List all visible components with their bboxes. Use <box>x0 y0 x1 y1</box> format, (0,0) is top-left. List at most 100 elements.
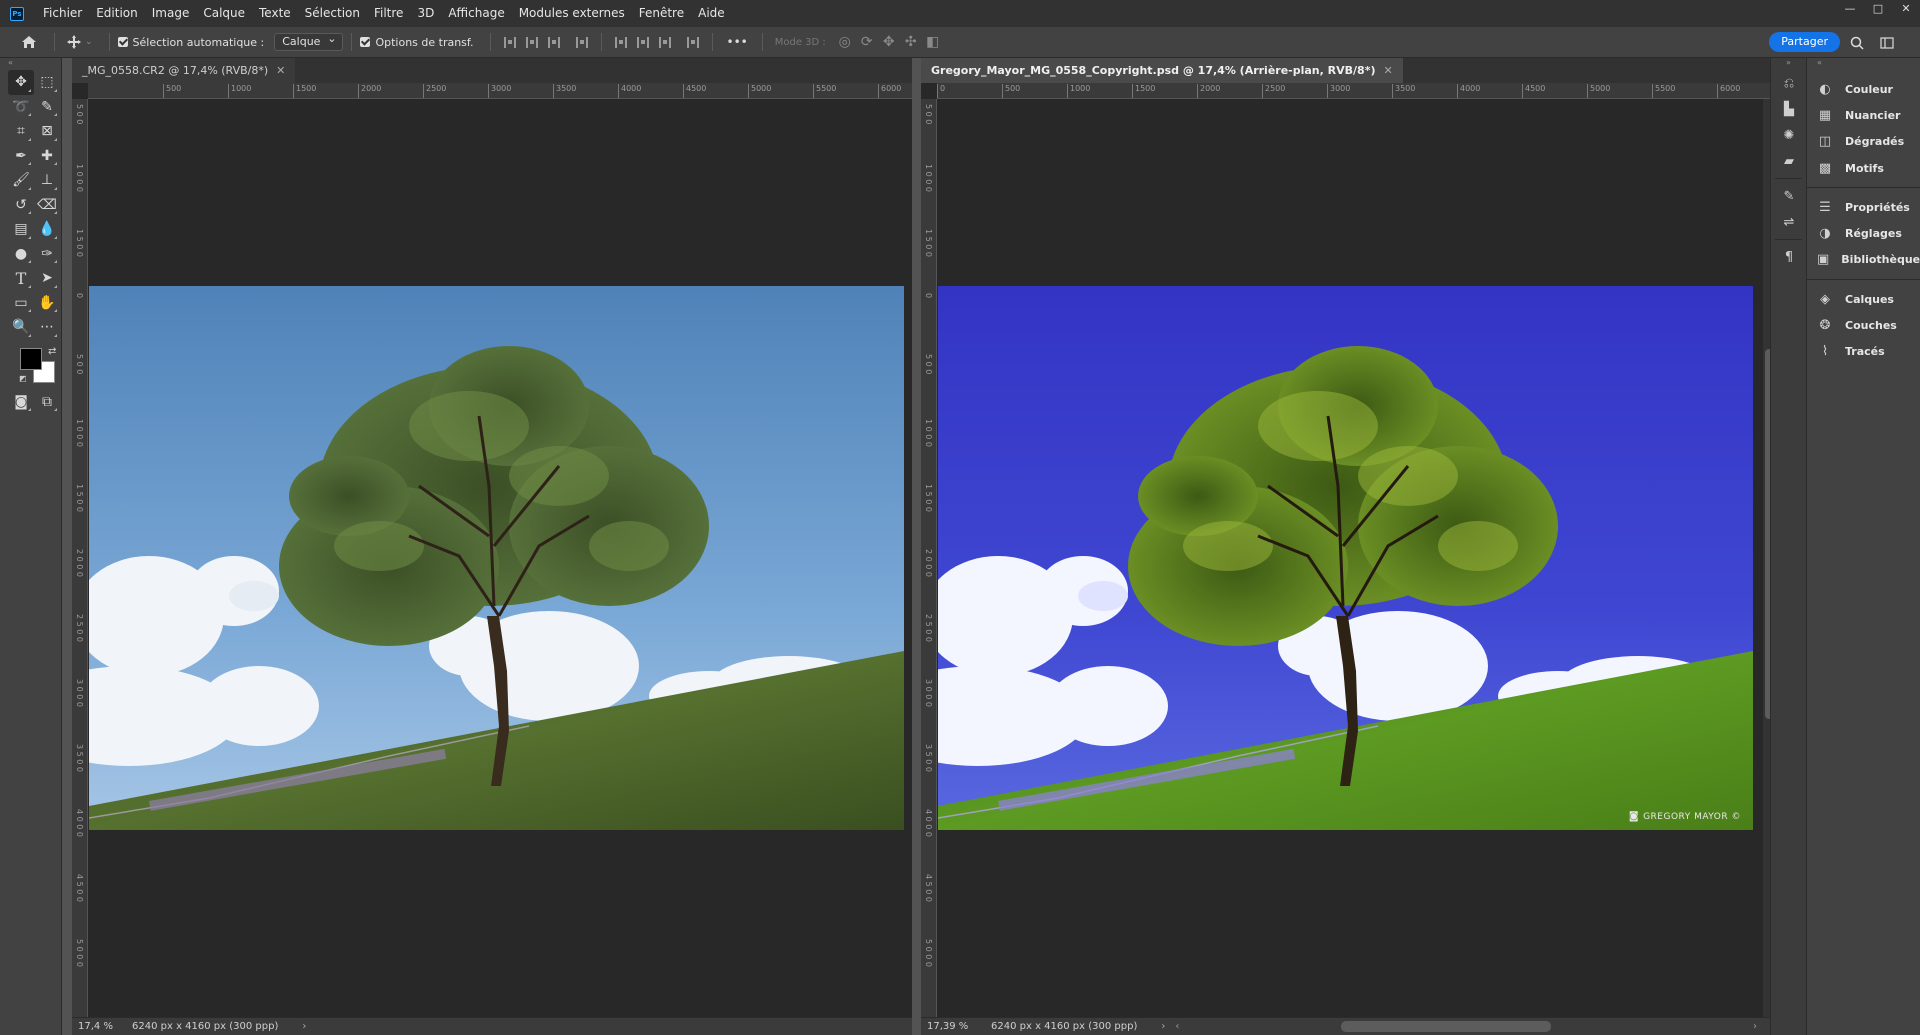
align-left-icon[interactable] <box>499 31 521 53</box>
menu-3d[interactable]: 3D <box>410 0 441 27</box>
swap-colors-icon[interactable]: ⇄ <box>48 346 56 357</box>
blur-tool-icon[interactable]: 💧 <box>34 217 60 242</box>
foreground-color-swatch[interactable] <box>20 347 42 370</box>
tool-grid: ✥ ⬚ ➰ ✎ ⌗ ⊠ ✒ ✚ 🖌 ⊥ ↺ ⌫ ▤ 💧 ● ✑ T ➤ ▭ ✋ … <box>0 68 61 340</box>
zoom-level[interactable]: 17,39 % <box>921 1021 981 1032</box>
scroll-right-icon[interactable]: › <box>1753 1021 1757 1032</box>
history-brush-tool-icon[interactable]: ↺ <box>8 193 34 218</box>
dodge-tool-icon[interactable]: ● <box>8 242 34 267</box>
status-menu-arrow-icon[interactable]: › <box>302 1021 306 1032</box>
marquee-tool-icon[interactable]: ⬚ <box>34 70 60 95</box>
menu-affichage[interactable]: Affichage <box>441 0 511 27</box>
type-tool-icon[interactable]: T <box>8 266 34 291</box>
menu-fichier[interactable]: Fichier <box>36 0 89 27</box>
horizontal-scrollbar-thumb[interactable] <box>1341 1021 1551 1032</box>
panel-couleur[interactable]: ◐ Couleur <box>1807 76 1920 102</box>
scroll-left-icon[interactable]: ‹ <box>1175 1021 1179 1032</box>
align-middle-v-icon[interactable] <box>632 31 654 53</box>
menu-fenetre[interactable]: Fenêtre <box>632 0 691 27</box>
panel-motifs[interactable]: ▩ Motifs <box>1807 155 1920 181</box>
transform-controls-checkbox[interactable]: Options de transf. <box>360 36 474 49</box>
brush-tool-icon[interactable]: 🖌 <box>8 168 34 193</box>
align-bottom-icon[interactable] <box>654 31 676 53</box>
quick-mask-icon[interactable]: ◙ <box>8 390 34 415</box>
move-tool-icon[interactable]: ✥ <box>8 70 34 95</box>
more-options-button[interactable]: ••• <box>727 35 748 49</box>
default-colors-icon[interactable]: ◩ <box>19 374 27 383</box>
close-tab-icon[interactable]: ✕ <box>1383 64 1392 77</box>
align-top-icon[interactable] <box>610 31 632 53</box>
brush-settings-icon[interactable]: ⇌ <box>1771 209 1807 235</box>
eyedropper-tool-icon[interactable]: ✒ <box>8 144 34 169</box>
canvas-area[interactable]: ◙ GREGORY MAYOR © <box>938 100 1761 1017</box>
panel-proprietes[interactable]: ☰ Propriétés <box>1807 194 1920 220</box>
3d-pan-icon[interactable]: ✥ <box>878 31 900 53</box>
crop-tool-icon[interactable]: ⌗ <box>8 119 34 144</box>
3d-orbit-icon[interactable]: ◎ <box>834 31 856 53</box>
panel-collapse-icon[interactable]: « <box>1807 58 1920 70</box>
gradient-tool-icon[interactable]: ▤ <box>8 217 34 242</box>
panel-calques[interactable]: ◈ Calques <box>1807 286 1920 312</box>
3d-slide-icon[interactable]: ✣ <box>900 31 922 53</box>
brushes-icon[interactable]: ✎ <box>1771 183 1807 209</box>
panel-bibliotheques[interactable]: ▣ Bibliothèques <box>1807 247 1920 273</box>
eraser-tool-icon[interactable]: ⌫ <box>34 193 60 218</box>
paragraph-icon[interactable]: ¶ <box>1771 244 1807 270</box>
hand-tool-icon[interactable]: ✋ <box>34 291 60 316</box>
chevron-down-icon[interactable]: ⌄ <box>85 37 93 47</box>
close-button[interactable]: ✕ <box>1892 0 1920 18</box>
document-tab[interactable]: _MG_0558.CR2 @ 17,4% (RVB/8*) ✕ <box>72 58 296 83</box>
screen-mode-icon[interactable]: ⧉ <box>34 390 60 415</box>
auto-select-dropdown[interactable]: Calque <box>274 31 344 51</box>
menu-aide[interactable]: Aide <box>691 0 732 27</box>
healing-brush-tool-icon[interactable]: ✚ <box>34 144 60 169</box>
panel-couches[interactable]: ❂ Couches <box>1807 312 1920 338</box>
distribute-h-icon[interactable] <box>571 31 593 53</box>
menu-filtre[interactable]: Filtre <box>367 0 410 27</box>
panel-reglages[interactable]: ◑ Réglages <box>1807 220 1920 246</box>
rectangle-tool-icon[interactable]: ▭ <box>8 291 34 316</box>
panel-degrades[interactable]: ◫ Dégradés <box>1807 129 1920 155</box>
3d-camera-icon[interactable]: ◧ <box>922 31 944 53</box>
edit-toolbar-icon[interactable]: ⋯ <box>34 315 60 340</box>
menu-selection[interactable]: Sélection <box>298 0 367 27</box>
align-center-h-icon[interactable] <box>521 31 543 53</box>
lasso-tool-icon[interactable]: ➰ <box>8 95 34 120</box>
document-tab[interactable]: Gregory_Mayor_MG_0558_Copyright.psd @ 17… <box>921 58 1403 83</box>
menu-calque[interactable]: Calque <box>196 0 252 27</box>
search-icon[interactable] <box>1846 32 1868 54</box>
zoom-level[interactable]: 17,4 % <box>72 1021 132 1032</box>
canvas-area[interactable] <box>89 100 912 1017</box>
panel-collapse-icon[interactable]: » <box>1771 58 1806 70</box>
ruler-tick-label: 3 5 0 0 <box>75 744 84 772</box>
3d-roll-icon[interactable]: ⟳ <box>856 31 878 53</box>
navigator-icon[interactable]: ✺ <box>1771 122 1807 148</box>
menu-modules-externes[interactable]: Modules externes <box>512 0 632 27</box>
history-icon[interactable]: ⎌ <box>1771 70 1807 96</box>
comments-icon[interactable]: ▰ <box>1771 148 1807 174</box>
share-button[interactable]: Partager <box>1769 32 1840 52</box>
clone-stamp-tool-icon[interactable]: ⊥ <box>34 168 60 193</box>
panel-traces[interactable]: ⌇ Tracés <box>1807 339 1920 365</box>
pen-tool-icon[interactable]: ✑ <box>34 242 60 267</box>
menu-image[interactable]: Image <box>145 0 197 27</box>
zoom-tool-icon[interactable]: 🔍 <box>8 315 34 340</box>
frame-tool-icon[interactable]: ⊠ <box>34 119 60 144</box>
status-menu-arrow-icon[interactable]: › <box>1161 1021 1165 1032</box>
panel-nuancier[interactable]: ▦ Nuancier <box>1807 102 1920 128</box>
distribute-v-icon[interactable] <box>682 31 704 53</box>
quick-selection-tool-icon[interactable]: ✎ <box>34 95 60 120</box>
auto-select-checkbox[interactable]: Sélection automatique : <box>117 36 264 49</box>
histogram-icon[interactable]: ▙ <box>1771 96 1807 122</box>
minimize-button[interactable]: — <box>1836 0 1864 18</box>
menu-texte[interactable]: Texte <box>252 0 298 27</box>
menu-edition[interactable]: Edition <box>89 0 145 27</box>
close-tab-icon[interactable]: ✕ <box>276 64 285 77</box>
panel-collapse-icon[interactable]: « <box>0 58 61 68</box>
align-right-icon[interactable] <box>543 31 565 53</box>
maximize-button[interactable]: □ <box>1864 0 1892 18</box>
path-selection-tool-icon[interactable]: ➤ <box>34 266 60 291</box>
home-icon[interactable] <box>18 31 40 53</box>
workspace-icon[interactable] <box>1876 32 1898 54</box>
move-tool-preset-icon[interactable] <box>63 31 85 53</box>
